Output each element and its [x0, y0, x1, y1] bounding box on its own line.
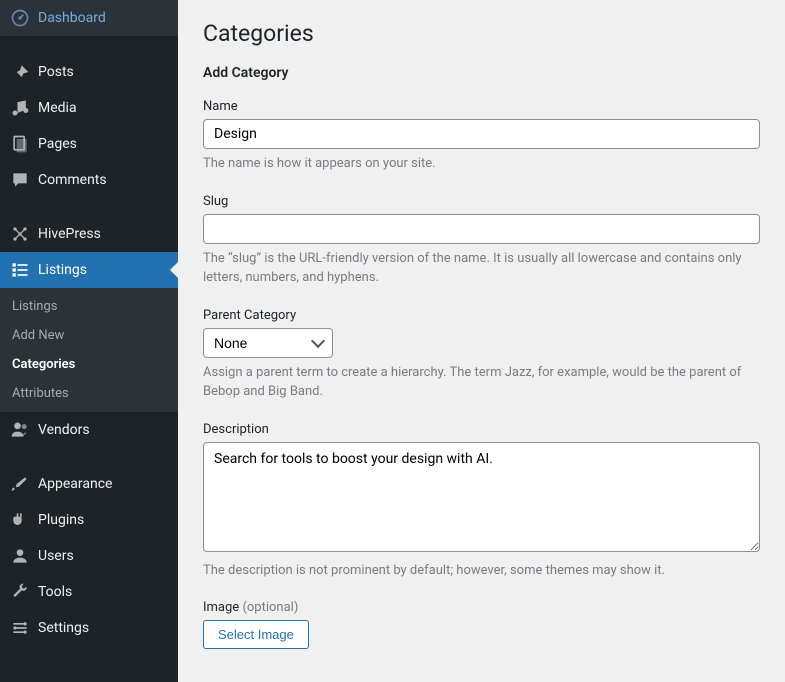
- image-label: Image (optional): [203, 600, 760, 615]
- menu-item-hivepress[interactable]: HivePress: [0, 216, 178, 252]
- menu-label: Appearance: [38, 476, 112, 492]
- wrench-icon: [10, 582, 30, 602]
- plugin-icon: [10, 510, 30, 530]
- name-label: Name: [203, 99, 760, 114]
- description-textarea[interactable]: Search for tools to boost your design wi…: [203, 442, 760, 552]
- main-content: Categories Add Category Name The name is…: [178, 0, 785, 682]
- image-field: Image (optional) Select Image: [203, 600, 760, 649]
- description-label: Description: [203, 422, 760, 437]
- description-field: Description Search for tools to boost yo…: [203, 422, 760, 581]
- pin-icon: [10, 62, 30, 82]
- menu-label: Vendors: [38, 422, 90, 438]
- menu-item-settings[interactable]: Settings: [0, 610, 178, 646]
- menu-item-appearance[interactable]: Appearance: [0, 466, 178, 502]
- parent-select[interactable]: None: [203, 328, 333, 358]
- vendors-icon: [10, 420, 30, 440]
- music-icon: [10, 98, 30, 118]
- settings-icon: [10, 618, 30, 638]
- submenu-item-listings[interactable]: Listings: [0, 292, 178, 321]
- select-image-button[interactable]: Select Image: [203, 620, 309, 649]
- menu-item-vendors[interactable]: Vendors: [0, 412, 178, 448]
- menu-item-posts[interactable]: Posts: [0, 54, 178, 90]
- menu-label: Listings: [38, 262, 87, 278]
- name-input[interactable]: [203, 119, 760, 149]
- section-title: Add Category: [203, 65, 760, 81]
- parent-help: Assign a parent term to create a hierarc…: [203, 363, 760, 402]
- brush-icon: [10, 474, 30, 494]
- menu-label: Pages: [38, 136, 77, 152]
- menu-separator: [0, 36, 178, 54]
- menu-separator: [0, 198, 178, 216]
- slug-label: Slug: [203, 194, 760, 209]
- menu-item-media[interactable]: Media: [0, 90, 178, 126]
- submenu-item-categories[interactable]: Categories: [0, 350, 178, 379]
- name-field: Name The name is how it appears on your …: [203, 99, 760, 174]
- menu-item-pages[interactable]: Pages: [0, 126, 178, 162]
- admin-sidebar: Dashboard Posts Media Pages Comments Hiv…: [0, 0, 178, 682]
- menu-label: Media: [38, 100, 77, 116]
- dashboard-icon: [10, 8, 30, 28]
- slug-help: The “slug” is the URL-friendly version o…: [203, 249, 760, 288]
- menu-item-users[interactable]: Users: [0, 538, 178, 574]
- listings-icon: [10, 260, 30, 280]
- hivepress-icon: [10, 224, 30, 244]
- menu-label: Users: [38, 548, 74, 564]
- menu-item-comments[interactable]: Comments: [0, 162, 178, 198]
- parent-select-wrap: None: [203, 328, 333, 358]
- user-icon: [10, 546, 30, 566]
- parent-field: Parent Category None Assign a parent ter…: [203, 308, 760, 402]
- description-help: The description is not prominent by defa…: [203, 561, 760, 581]
- menu-item-listings[interactable]: Listings: [0, 252, 178, 288]
- menu-item-dashboard[interactable]: Dashboard: [0, 0, 178, 36]
- menu-label: Dashboard: [38, 10, 106, 26]
- slug-field: Slug The “slug” is the URL-friendly vers…: [203, 194, 760, 288]
- menu-label: Tools: [38, 584, 72, 600]
- menu-label: Comments: [38, 172, 107, 188]
- menu-item-plugins[interactable]: Plugins: [0, 502, 178, 538]
- menu-label: HivePress: [38, 226, 101, 242]
- menu-item-tools[interactable]: Tools: [0, 574, 178, 610]
- menu-separator: [0, 448, 178, 466]
- parent-label: Parent Category: [203, 308, 760, 323]
- name-help: The name is how it appears on your site.: [203, 154, 760, 174]
- comment-icon: [10, 170, 30, 190]
- submenu-item-add-new[interactable]: Add New: [0, 321, 178, 350]
- page-title: Categories: [203, 20, 760, 47]
- menu-label: Plugins: [38, 512, 84, 528]
- menu-label: Posts: [38, 64, 74, 80]
- menu-label: Settings: [38, 620, 89, 636]
- pages-icon: [10, 134, 30, 154]
- submenu-item-attributes[interactable]: Attributes: [0, 379, 178, 408]
- submenu-listings: Listings Add New Categories Attributes: [0, 288, 178, 412]
- slug-input[interactable]: [203, 214, 760, 244]
